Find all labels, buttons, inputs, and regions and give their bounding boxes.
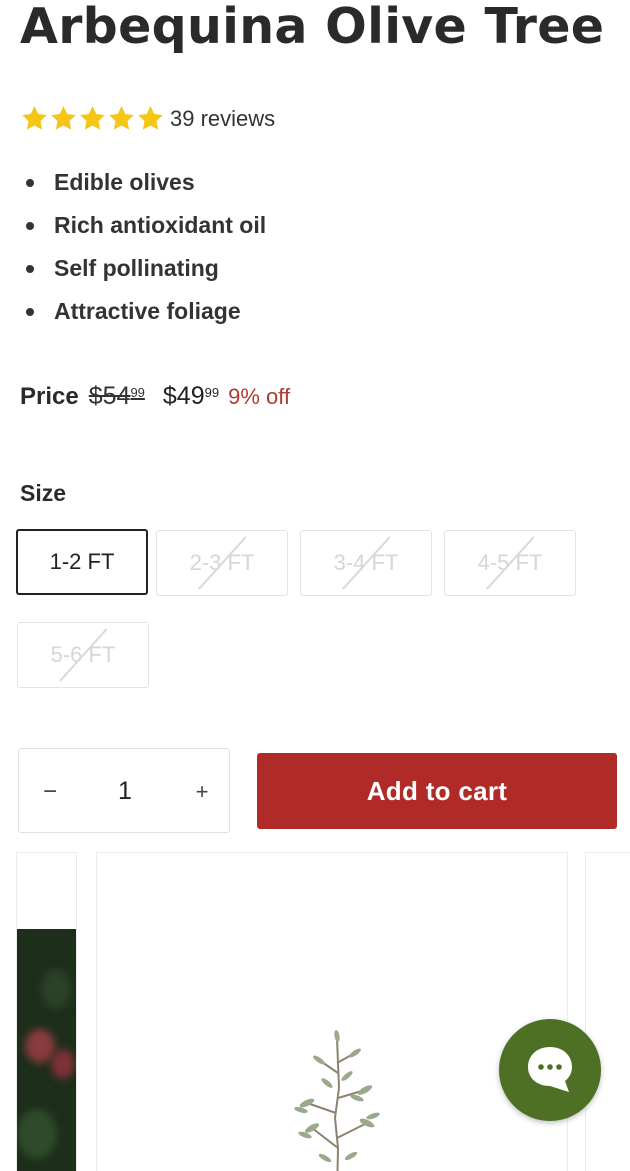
photo-detail bbox=[25, 1029, 55, 1063]
compare-at-price: $5499 bbox=[89, 382, 145, 411]
sale-dollars: $49 bbox=[162, 382, 205, 410]
size-option-3-4-ft[interactable]: 3-4 FT bbox=[300, 530, 432, 596]
size-label: Size bbox=[20, 480, 67, 506]
feature-label: Self pollinating bbox=[54, 255, 219, 281]
bullet-icon bbox=[26, 264, 34, 273]
product-title: Arbequina Olive Tree bbox=[20, 0, 605, 55]
gallery-main-slide[interactable] bbox=[96, 852, 568, 1171]
bullet-icon bbox=[26, 307, 34, 316]
quantity-stepper: − 1 + bbox=[18, 748, 230, 833]
star-icon bbox=[22, 106, 47, 130]
star-icon bbox=[80, 106, 105, 130]
feature-item: Attractive foliage bbox=[26, 290, 266, 333]
quantity-increase-button[interactable]: + bbox=[185, 749, 219, 834]
chat-button[interactable] bbox=[499, 1019, 601, 1121]
bullet-icon bbox=[26, 221, 34, 230]
size-option-1-2-ft[interactable]: 1-2 FT bbox=[16, 529, 148, 595]
rating[interactable]: 39 reviews bbox=[20, 104, 275, 133]
quantity-decrease-button[interactable]: − bbox=[33, 749, 67, 834]
sale-cents: 99 bbox=[204, 385, 220, 400]
photo-detail bbox=[51, 1049, 75, 1079]
feature-item: Edible olives bbox=[26, 161, 266, 204]
product-photo-thumbnail bbox=[17, 929, 76, 1171]
feature-label: Edible olives bbox=[54, 169, 195, 195]
add-to-cart-button[interactable]: Add to cart bbox=[257, 753, 617, 829]
discount-badge: 9% off bbox=[228, 384, 291, 409]
size-option-label: 1-2 FT bbox=[49, 549, 115, 574]
compare-at-dollars: $54 bbox=[88, 382, 131, 410]
star-rating bbox=[20, 104, 165, 133]
feature-list: Edible olives Rich antioxidant oil Self … bbox=[26, 161, 266, 333]
olive-tree-image bbox=[294, 1030, 380, 1171]
bullet-icon bbox=[26, 178, 34, 187]
size-option-4-5-ft[interactable]: 4-5 FT bbox=[444, 530, 576, 596]
price-label: Price bbox=[20, 383, 79, 410]
size-option-5-6-ft[interactable]: 5-6 FT bbox=[17, 622, 149, 688]
reviews-link[interactable]: 39 reviews bbox=[170, 106, 275, 132]
photo-detail bbox=[41, 969, 71, 1009]
star-icon bbox=[51, 106, 76, 130]
chat-bubble-icon bbox=[528, 1047, 572, 1092]
star-icon bbox=[138, 106, 163, 130]
compare-at-cents: 99 bbox=[130, 385, 145, 400]
photo-detail bbox=[17, 1109, 57, 1159]
gallery-prev-slide[interactable] bbox=[16, 852, 77, 1171]
feature-item: Rich antioxidant oil bbox=[26, 204, 266, 247]
quantity-input[interactable]: 1 bbox=[95, 749, 155, 834]
size-option-2-3-ft[interactable]: 2-3 FT bbox=[156, 530, 288, 596]
price-row: Price $5499 $4999 9% off bbox=[20, 382, 290, 411]
star-icon bbox=[109, 106, 134, 130]
feature-label: Attractive foliage bbox=[54, 298, 241, 324]
gallery-next-slide[interactable] bbox=[585, 852, 630, 1171]
sale-price: $4999 bbox=[163, 382, 219, 411]
feature-item: Self pollinating bbox=[26, 247, 266, 290]
feature-label: Rich antioxidant oil bbox=[54, 212, 267, 238]
